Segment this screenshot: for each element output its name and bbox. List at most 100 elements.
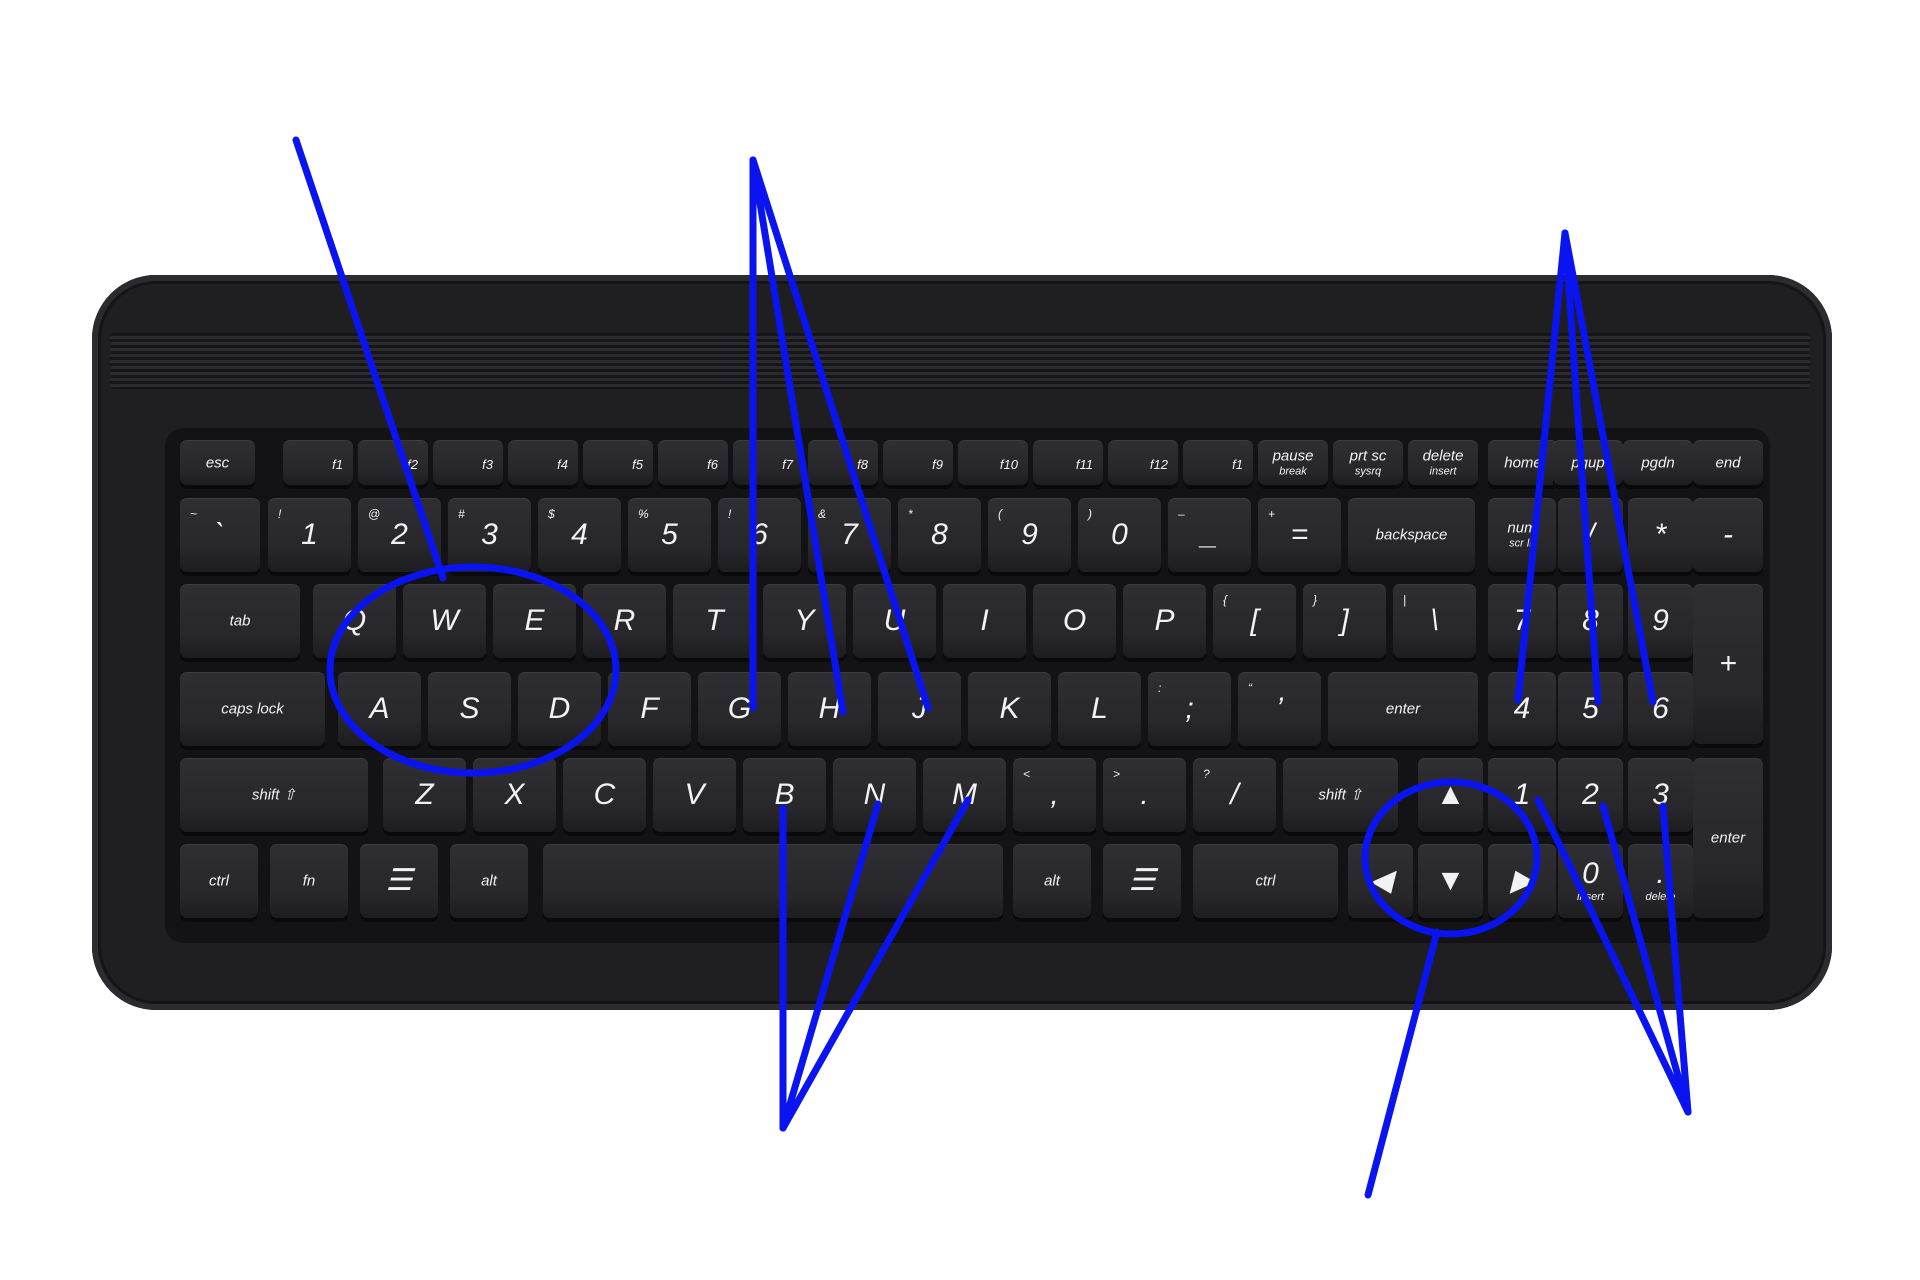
key-shift-row-1-z: Z — [383, 758, 466, 832]
key-qwerty-row-3-e: E — [493, 584, 576, 658]
key-legend: C — [593, 778, 616, 811]
key-function-row-12-f12: f12 — [1108, 440, 1178, 485]
key-legend: * — [1654, 518, 1667, 551]
key-qwerty-row-12-symbol: ]} — [1303, 584, 1386, 658]
key-shift-row-10-symbol: /? — [1193, 758, 1276, 832]
key-function-row-9-f9: f9 — [883, 440, 953, 485]
key-secondary-legend: insert — [1429, 465, 1457, 477]
key-legend: ☰ — [385, 864, 413, 897]
key-legend: 3 — [1652, 778, 1669, 811]
key-legend: N — [863, 778, 886, 811]
key-shift-row-4-v: V — [653, 758, 736, 832]
key-bottom-row-10-symbol: ▶ — [1488, 844, 1556, 918]
key-shift-legend: ( — [998, 507, 1002, 521]
key-legend: . delete — [1628, 859, 1693, 903]
key-home-row-14-5: 5 — [1558, 672, 1623, 746]
key-shift-legend: { — [1223, 593, 1228, 607]
key-legend: 7 — [841, 518, 858, 551]
key-function-row-16-delete: delete insert — [1408, 440, 1478, 485]
key-legend: - — [1723, 518, 1733, 551]
key-shift-legend: @ — [368, 507, 381, 521]
key-function-row-2-f2: f2 — [358, 440, 428, 485]
key-home-row-4-f: F — [608, 672, 691, 746]
key-number-row-13-backspace: backspace — [1348, 498, 1475, 572]
key-legend: delete insert — [1408, 448, 1478, 477]
key-legend: G — [727, 692, 752, 725]
key-legend: esc — [205, 454, 230, 471]
key-number-row-11-symbol: _ – — [1168, 498, 1251, 572]
keyboard-diagram: esc f1 f2 f3 f4 f5 f6 f7 f8 f9 f10 f11 f12 f1 pause bre… — [0, 0, 1920, 1280]
key-number-row-10-0: 0) — [1078, 498, 1161, 572]
key-function-row-8-f8: f8 — [808, 440, 878, 485]
key-qwerty-row-5-t: T — [673, 584, 756, 658]
key-legend: f1 — [1232, 457, 1243, 472]
key-bottom-row-6-symbol: ☰ — [1103, 844, 1181, 918]
key-home-row-13-4: 4 — [1488, 672, 1556, 746]
key-legend: ctrl — [1255, 872, 1276, 890]
key-shift-legend: $ — [548, 507, 555, 521]
key-qwerty-row-9-o: O — [1033, 584, 1116, 658]
key-legend: 2 — [391, 518, 408, 551]
key-legend: num scr lk — [1488, 521, 1556, 550]
key-qwerty-row-1-q: Q — [313, 584, 396, 658]
key-number-row-5-5: 5% — [628, 498, 711, 572]
key-qwerty-row-10-p: P — [1123, 584, 1206, 658]
key-home-row-7-j: J — [878, 672, 961, 746]
key-legend: _ — [1201, 518, 1218, 551]
key-legend: alt — [1044, 872, 1060, 890]
key-legend: home — [1504, 454, 1542, 471]
key-legend: Z — [415, 778, 434, 811]
key-legend: ’ — [1276, 692, 1283, 725]
key-qwerty-row-17-symbol: + — [1693, 584, 1763, 744]
key-legend: 1 — [301, 518, 318, 551]
key-qwerty-row-14-7: 7 — [1488, 584, 1556, 658]
key-qwerty-row-7-u: U — [853, 584, 936, 658]
key-number-row-0-symbol: ` ~ — [180, 498, 260, 572]
key-legend: A — [369, 692, 390, 725]
key-legend: J — [912, 692, 927, 725]
key-legend: tab — [229, 612, 251, 630]
key-shift-legend: | — [1403, 593, 1407, 607]
key-shift-legend: < — [1023, 767, 1031, 781]
key-qwerty-row-15-8: 8 — [1558, 584, 1623, 658]
key-legend: enter — [1385, 700, 1421, 718]
key-legend: E — [524, 604, 545, 637]
key-legend: ctrl — [209, 872, 229, 890]
key-legend: f7 — [782, 457, 793, 472]
key-shift-legend: ) — [1088, 507, 1092, 521]
key-home-row-3-d: D — [518, 672, 601, 746]
key-legend: ] — [1340, 604, 1349, 637]
key-home-row-1-a: A — [338, 672, 421, 746]
key-legend: 9 — [1021, 518, 1038, 551]
key-shift-legend: ~ — [190, 507, 198, 521]
key-secondary-legend: scr lk — [1509, 537, 1535, 550]
key-shift-row-13-1: 1 — [1488, 758, 1556, 832]
key-legend: ` — [215, 518, 225, 551]
speaker-grille — [110, 333, 1810, 389]
key-function-row-6-f6: f6 — [658, 440, 728, 485]
key-legend: + — [1719, 647, 1737, 680]
key-legend: 2 — [1582, 778, 1599, 811]
key-number-row-15-symbol: / — [1558, 498, 1623, 572]
key-shift-row-12-symbol: ▲ — [1418, 758, 1483, 832]
key-legend: 5 — [661, 518, 678, 551]
key-qwerty-row-2-w: W — [403, 584, 486, 658]
key-home-row-9-l: L — [1058, 672, 1141, 746]
key-legend: ; — [1185, 692, 1194, 725]
key-function-row-18-pgup: pgup — [1553, 440, 1623, 485]
key-function-row-3-f3: f3 — [433, 440, 503, 485]
key-legend: 0 — [1111, 518, 1128, 551]
key-legend: 6 — [1652, 692, 1669, 725]
key-shift-row-8-symbol: , < — [1013, 758, 1096, 832]
key-shift-legend: } — [1313, 593, 1318, 607]
key-bottom-row-3-alt: alt — [450, 844, 528, 918]
key-home-row-5-g: G — [698, 672, 781, 746]
key-bottom-row-4-symbol — [543, 844, 1003, 918]
key-legend: shift ⇧ — [1318, 786, 1363, 804]
key-shift-legend: ! — [278, 507, 282, 521]
key-legend: f9 — [932, 457, 943, 472]
key-legend: ▼ — [1435, 864, 1466, 897]
key-legend: \ — [1430, 604, 1439, 637]
key-legend: / — [1586, 518, 1595, 551]
key-number-row-12-symbol: = + — [1258, 498, 1341, 572]
